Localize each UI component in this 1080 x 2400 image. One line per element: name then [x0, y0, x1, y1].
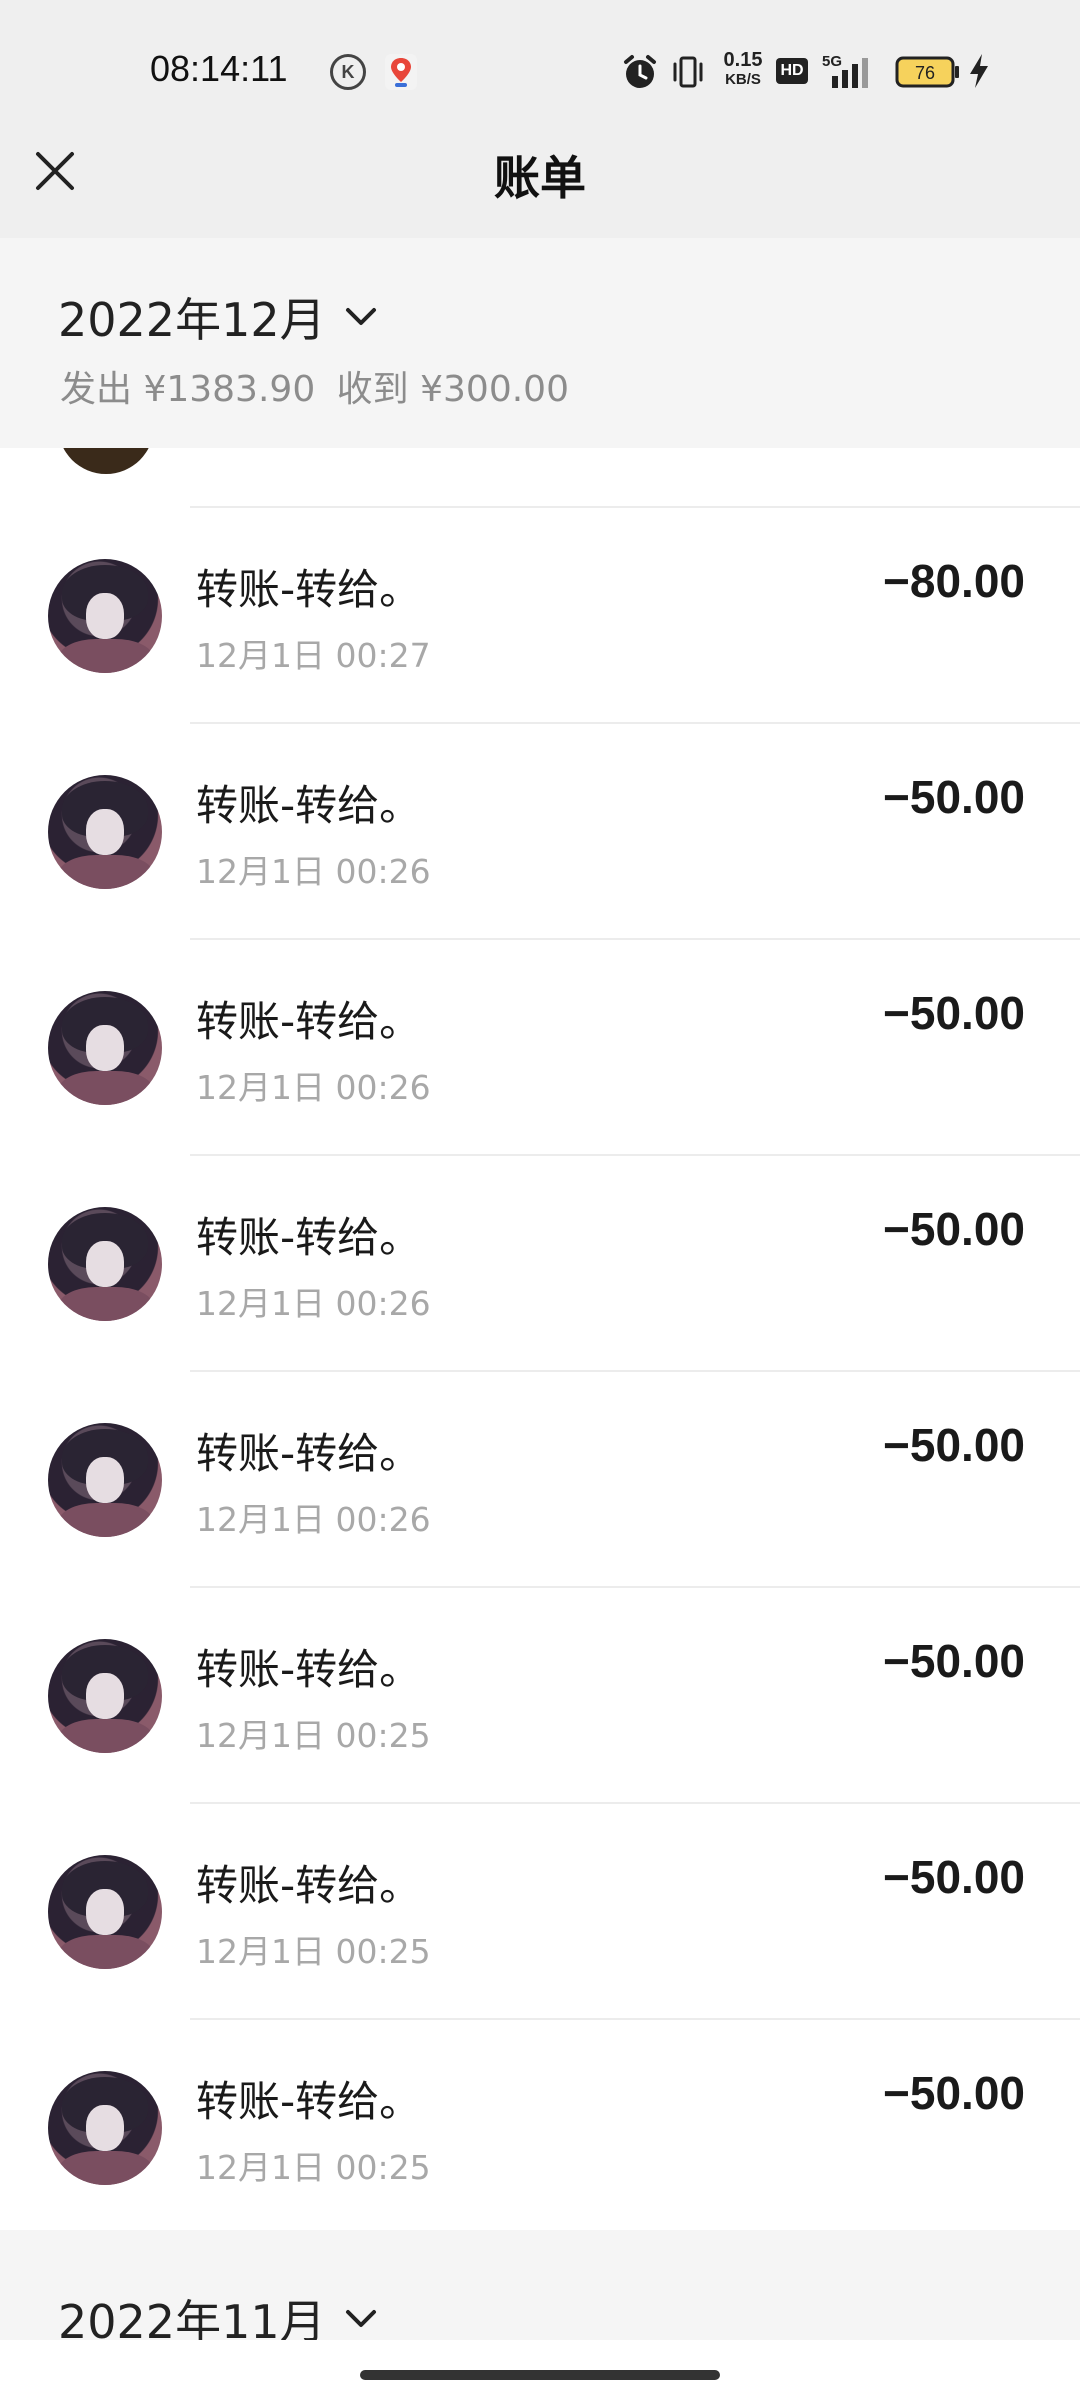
avatar: [48, 991, 162, 1105]
transaction-item[interactable]: 转账-转给。 12月1日 00:27 −80.00: [0, 506, 1080, 722]
avatar: [48, 1855, 162, 1969]
transaction-time: 12月1日 00:26: [196, 852, 431, 891]
transaction-item[interactable]: 转账-转给。 12月1日 00:25 −50.00: [0, 2018, 1080, 2230]
transaction-amount: −50.00: [883, 771, 1025, 823]
divider: [190, 2018, 1080, 2020]
partial-list-item: [0, 448, 1080, 506]
divider: [190, 938, 1080, 940]
vibrate-icon: [670, 52, 706, 92]
divider: [190, 722, 1080, 724]
transaction-title: 转账-转给。: [196, 997, 422, 1046]
transaction-list[interactable]: 转账-转给。 12月1日 00:27 −80.00 转账-转给。 12月1日 00:26…: [0, 448, 1080, 2230]
received-total: 收到 ¥300.00: [336, 369, 569, 410]
avatar: [48, 559, 162, 673]
chevron-down-icon: [345, 308, 376, 325]
transaction-title: 转账-转给。: [196, 1213, 422, 1262]
transaction-amount: −50.00: [883, 1419, 1025, 1471]
transaction-title: 转账-转给。: [196, 781, 422, 830]
transaction-time: 12月1日 00:26: [196, 1284, 431, 1323]
net-speed: 0.15 KB/S: [718, 50, 768, 87]
transaction-time: 12月1日 00:25: [196, 1716, 431, 1755]
page-title: 账单: [494, 151, 586, 205]
month-totals: 发出 ¥1383.90 收到 ¥300.00: [60, 360, 579, 412]
charging-bolt-icon: [968, 52, 990, 90]
transaction-item[interactable]: 转账-转给。 12月1日 00:26 −50.00: [0, 722, 1080, 938]
map-pin-icon: [383, 52, 419, 92]
chevron-down-icon: [345, 2310, 376, 2327]
transaction-amount: −50.00: [883, 1851, 1025, 1903]
transaction-amount: −50.00: [883, 1203, 1025, 1255]
status-time: 08:14:11: [150, 48, 288, 89]
transaction-time: 12月1日 00:27: [196, 636, 431, 675]
sent-total: 发出 ¥1383.90: [60, 369, 316, 410]
transaction-amount: −50.00: [883, 1635, 1025, 1687]
net-speed-unit: KB/S: [725, 71, 761, 88]
header: 账单: [0, 140, 1080, 238]
k-app-icon: K: [330, 54, 366, 90]
network-type: 5G: [822, 53, 842, 70]
transaction-title: 转账-转给。: [196, 1861, 422, 1910]
transaction-time: 12月1日 00:26: [196, 1068, 431, 1107]
transaction-title: 转账-转给。: [196, 565, 422, 614]
transaction-amount: −80.00: [883, 555, 1025, 607]
divider: [190, 506, 1080, 508]
transaction-item[interactable]: 转账-转给。 12月1日 00:26 −50.00: [0, 938, 1080, 1154]
transaction-item[interactable]: 转账-转给。 12月1日 00:25 −50.00: [0, 1586, 1080, 1802]
transaction-title: 转账-转给。: [196, 1645, 422, 1694]
transaction-item[interactable]: 转账-转给。 12月1日 00:25 −50.00: [0, 1802, 1080, 2018]
transaction-amount: −50.00: [883, 2067, 1025, 2119]
alarm-icon: [620, 52, 660, 92]
divider: [190, 1370, 1080, 1372]
avatar: [48, 1639, 162, 1753]
net-speed-value: 0.15: [723, 49, 763, 71]
transaction-time: 12月1日 00:25: [196, 1932, 431, 1971]
transaction-time: 12月1日 00:25: [196, 2148, 431, 2187]
avatar: [48, 1423, 162, 1537]
month-label: 2022年12月: [58, 293, 326, 347]
signal-5g-icon: 5G: [822, 50, 882, 92]
transaction-item[interactable]: 转账-转给。 12月1日 00:26 −50.00: [0, 1154, 1080, 1370]
status-bar: 08:14:11 K 0.15 KB/S HD 5G 76: [0, 0, 1080, 140]
home-indicator[interactable]: [360, 2370, 720, 2380]
battery-level: 76: [915, 63, 935, 83]
transaction-title: 转账-转给。: [196, 2077, 422, 2126]
month-summary: 2022年12月 发出 ¥1383.90 收到 ¥300.00: [0, 238, 1080, 448]
transaction-time: 12月1日 00:26: [196, 1500, 431, 1539]
transaction-title: 转账-转给。: [196, 1429, 422, 1478]
divider: [190, 1586, 1080, 1588]
avatar: [48, 775, 162, 889]
transaction-amount: −50.00: [883, 987, 1025, 1039]
month-selector[interactable]: 2022年12月: [58, 284, 378, 350]
transaction-item[interactable]: 转账-转给。 12月1日 00:26 −50.00: [0, 1370, 1080, 1586]
avatar: [48, 1207, 162, 1321]
divider: [190, 1154, 1080, 1156]
divider: [190, 1802, 1080, 1804]
avatar: [58, 448, 154, 474]
hd-icon: HD: [776, 58, 808, 84]
battery-icon: 76: [895, 56, 961, 88]
avatar: [48, 2071, 162, 2185]
next-month-header: 2022年11月: [0, 2230, 1080, 2349]
